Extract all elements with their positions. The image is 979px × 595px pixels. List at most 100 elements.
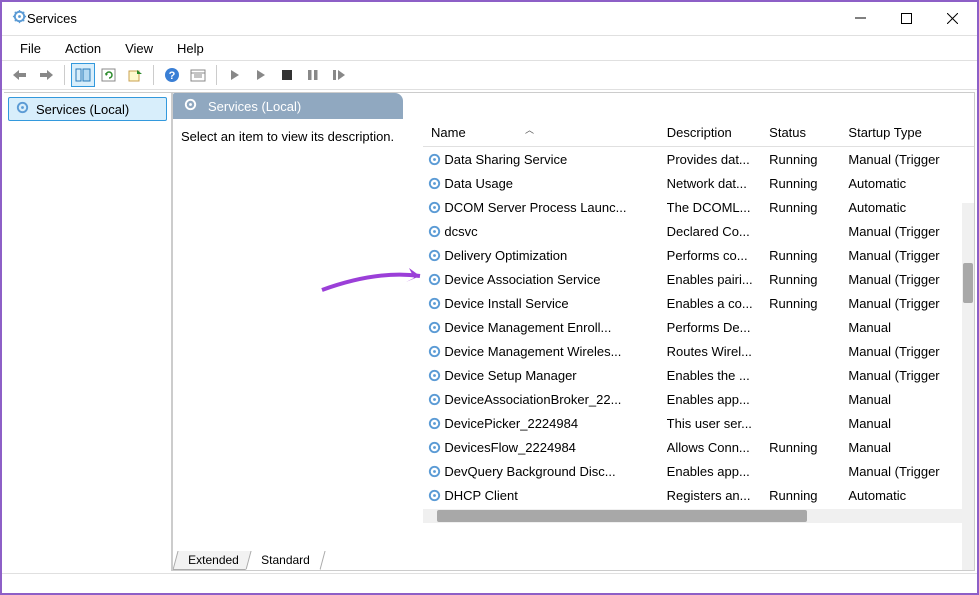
service-status: Running — [769, 152, 848, 167]
service-row[interactable]: Device Management Enroll...Performs De..… — [423, 315, 974, 339]
export-button[interactable] — [123, 63, 147, 87]
service-icon — [427, 248, 444, 263]
service-name: Data Sharing Service — [444, 152, 666, 167]
start-button[interactable] — [223, 63, 247, 87]
service-icon — [427, 344, 444, 359]
service-startup: Automatic — [848, 488, 974, 503]
service-startup: Manual (Trigger — [848, 152, 974, 167]
minimize-button[interactable] — [837, 3, 883, 35]
service-name: Device Management Wireles... — [444, 344, 666, 359]
service-row[interactable]: DevicesFlow_2224984Allows Conn...Running… — [423, 435, 974, 459]
service-icon — [427, 296, 444, 311]
svg-text:?: ? — [169, 70, 176, 82]
service-description: Enables pairi... — [667, 272, 769, 287]
service-row[interactable]: Data Sharing ServiceProvides dat...Runni… — [423, 147, 974, 171]
service-name: DHCP Client — [444, 488, 666, 503]
content-title: Services (Local) — [208, 99, 301, 114]
start2-button[interactable] — [249, 63, 273, 87]
back-button[interactable] — [8, 63, 32, 87]
service-description: This user ser... — [667, 416, 769, 431]
service-row[interactable]: DCOM Server Process Launc...The DCOML...… — [423, 195, 974, 219]
vertical-scrollbar[interactable] — [962, 203, 974, 571]
stop-button[interactable] — [275, 63, 299, 87]
service-name: Device Management Enroll... — [444, 320, 666, 335]
service-row[interactable]: Device Association ServiceEnables pairi.… — [423, 267, 974, 291]
tab-extended[interactable]: Extended — [172, 551, 254, 570]
service-status: Running — [769, 272, 848, 287]
pause-button[interactable] — [301, 63, 325, 87]
properties-button[interactable] — [186, 63, 210, 87]
toolbar: ? — [2, 60, 977, 90]
service-description: The DCOML... — [667, 200, 769, 215]
service-icon — [427, 368, 444, 383]
service-startup: Automatic — [848, 200, 974, 215]
service-icon — [427, 464, 444, 479]
service-name: Delivery Optimization — [444, 248, 666, 263]
menu-file[interactable]: File — [10, 39, 51, 58]
service-status: Running — [769, 200, 848, 215]
menu-help[interactable]: Help — [167, 39, 214, 58]
service-startup: Manual — [848, 416, 974, 431]
column-name[interactable]: Name︿ — [427, 125, 667, 140]
horizontal-scrollbar[interactable] — [423, 509, 974, 523]
service-row[interactable]: DevQuery Background Disc...Enables app..… — [423, 459, 974, 483]
service-icon — [427, 176, 444, 191]
service-startup: Manual (Trigger — [848, 464, 974, 479]
column-status[interactable]: Status — [769, 125, 848, 140]
service-description: Routes Wirel... — [667, 344, 769, 359]
refresh-button[interactable] — [97, 63, 121, 87]
statusbar — [2, 573, 977, 591]
service-row[interactable]: Device Install ServiceEnables a co...Run… — [423, 291, 974, 315]
service-name: DeviceAssociationBroker_22... — [444, 392, 666, 407]
service-status: Running — [769, 440, 848, 455]
service-row[interactable]: DeviceAssociationBroker_22...Enables app… — [423, 387, 974, 411]
service-row[interactable]: Device Setup ManagerEnables the ...Manua… — [423, 363, 974, 387]
service-row[interactable]: Delivery OptimizationPerforms co...Runni… — [423, 243, 974, 267]
service-icon — [427, 416, 444, 431]
column-startup-type[interactable]: Startup Type — [848, 125, 974, 140]
menu-view[interactable]: View — [115, 39, 163, 58]
column-description[interactable]: Description — [667, 125, 769, 140]
service-startup: Manual — [848, 392, 974, 407]
service-startup: Manual — [848, 320, 974, 335]
service-row[interactable]: dcsvcDeclared Co...Manual (Trigger — [423, 219, 974, 243]
menubar: File Action View Help — [2, 36, 977, 60]
service-row[interactable]: DevicePicker_2224984This user ser...Manu… — [423, 411, 974, 435]
service-name: dcsvc — [444, 224, 666, 239]
service-description: Declared Co... — [667, 224, 769, 239]
service-description: Allows Conn... — [667, 440, 769, 455]
sort-asc-icon: ︿ — [525, 123, 534, 136]
window-title: Services — [27, 11, 837, 26]
gear-icon — [15, 100, 30, 118]
tab-standard[interactable]: Standard — [245, 551, 325, 570]
service-row[interactable]: Device Management Wireles...Routes Wirel… — [423, 339, 974, 363]
gear-icon — [183, 97, 198, 115]
maximize-button[interactable] — [883, 3, 929, 35]
show-hide-tree-button[interactable] — [71, 63, 95, 87]
service-description: Performs De... — [667, 320, 769, 335]
content-pane: Services (Local) Select an item to view … — [172, 92, 975, 571]
service-description: Enables app... — [667, 392, 769, 407]
service-row[interactable]: DHCP ClientRegisters an...RunningAutomat… — [423, 483, 974, 507]
service-status: Running — [769, 488, 848, 503]
help-button[interactable]: ? — [160, 63, 184, 87]
service-startup: Manual (Trigger — [848, 296, 974, 311]
service-startup: Manual — [848, 440, 974, 455]
content-header: Services (Local) — [173, 93, 403, 119]
description-pane: Select an item to view its description. — [173, 119, 423, 570]
forward-button[interactable] — [34, 63, 58, 87]
menu-action[interactable]: Action — [55, 39, 111, 58]
service-description: Network dat... — [667, 176, 769, 191]
services-app-icon — [12, 9, 27, 29]
service-description: Performs co... — [667, 248, 769, 263]
service-name: DCOM Server Process Launc... — [444, 200, 666, 215]
close-button[interactable] — [929, 3, 975, 35]
restart-button[interactable] — [327, 63, 351, 87]
list-header: Name︿ Description Status Startup Type — [423, 119, 974, 147]
sidebar-item-services-local[interactable]: Services (Local) — [8, 97, 167, 121]
service-status: Running — [769, 176, 848, 191]
service-startup: Manual (Trigger — [848, 344, 974, 359]
service-row[interactable]: Data UsageNetwork dat...RunningAutomatic — [423, 171, 974, 195]
tabs-strip: Extended Standard — [173, 548, 318, 570]
service-startup: Manual (Trigger — [848, 368, 974, 383]
